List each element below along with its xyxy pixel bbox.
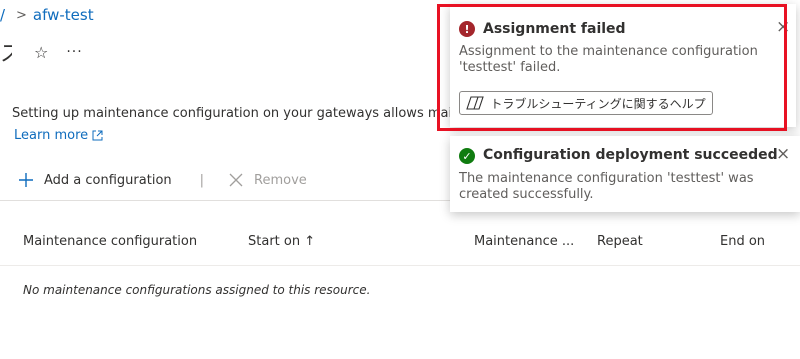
learn-more-label: Learn more <box>14 128 89 143</box>
remove-button[interactable]: Remove <box>228 172 307 188</box>
add-icon <box>19 173 33 187</box>
table-header-divider <box>0 265 800 266</box>
remove-icon <box>229 173 243 187</box>
column-header-end-on[interactable]: End on <box>720 234 765 249</box>
page-title: ス <box>0 42 12 67</box>
favorite-star-icon[interactable]: ☆ <box>34 43 48 62</box>
more-options-icon[interactable]: ··· <box>66 44 82 60</box>
success-notification-body: The maintenance configuration 'testtest'… <box>459 171 754 202</box>
add-configuration-label: Add a configuration <box>44 172 172 188</box>
column-header-maintenance[interactable]: Maintenance ... <box>474 234 574 249</box>
breadcrumb-separator: > <box>16 7 27 23</box>
success-check-icon: ✓ <box>459 148 475 164</box>
remove-label: Remove <box>254 172 307 188</box>
breadcrumb-prev-link[interactable]: / <box>0 6 8 24</box>
success-notification-title: Configuration deployment succeeded <box>483 147 778 163</box>
empty-table-message: No maintenance configurations assigned t… <box>23 283 371 297</box>
toolbar-separator: | <box>199 172 205 188</box>
column-header-start-on[interactable]: Start on ↑ <box>248 234 315 249</box>
highlight-frame <box>437 4 787 131</box>
add-configuration-button[interactable]: Add a configuration <box>18 172 172 188</box>
external-link-icon <box>92 130 103 141</box>
title-row: ス ☆ ··· <box>0 36 83 68</box>
column-header-maintenance-configuration[interactable]: Maintenance configuration <box>23 234 197 249</box>
command-bar: Add a configuration | Remove <box>18 172 307 188</box>
breadcrumb: / > afw-test <box>0 6 94 24</box>
learn-more-link[interactable]: Learn more <box>14 128 103 143</box>
breadcrumb-current-link[interactable]: afw-test <box>33 6 94 24</box>
table-header: Maintenance configuration Start on ↑ Mai… <box>0 234 800 254</box>
close-icon[interactable]: × <box>776 144 790 164</box>
column-header-repeat[interactable]: Repeat <box>597 234 643 249</box>
success-notification: ✓ Configuration deployment succeeded × T… <box>450 136 800 212</box>
